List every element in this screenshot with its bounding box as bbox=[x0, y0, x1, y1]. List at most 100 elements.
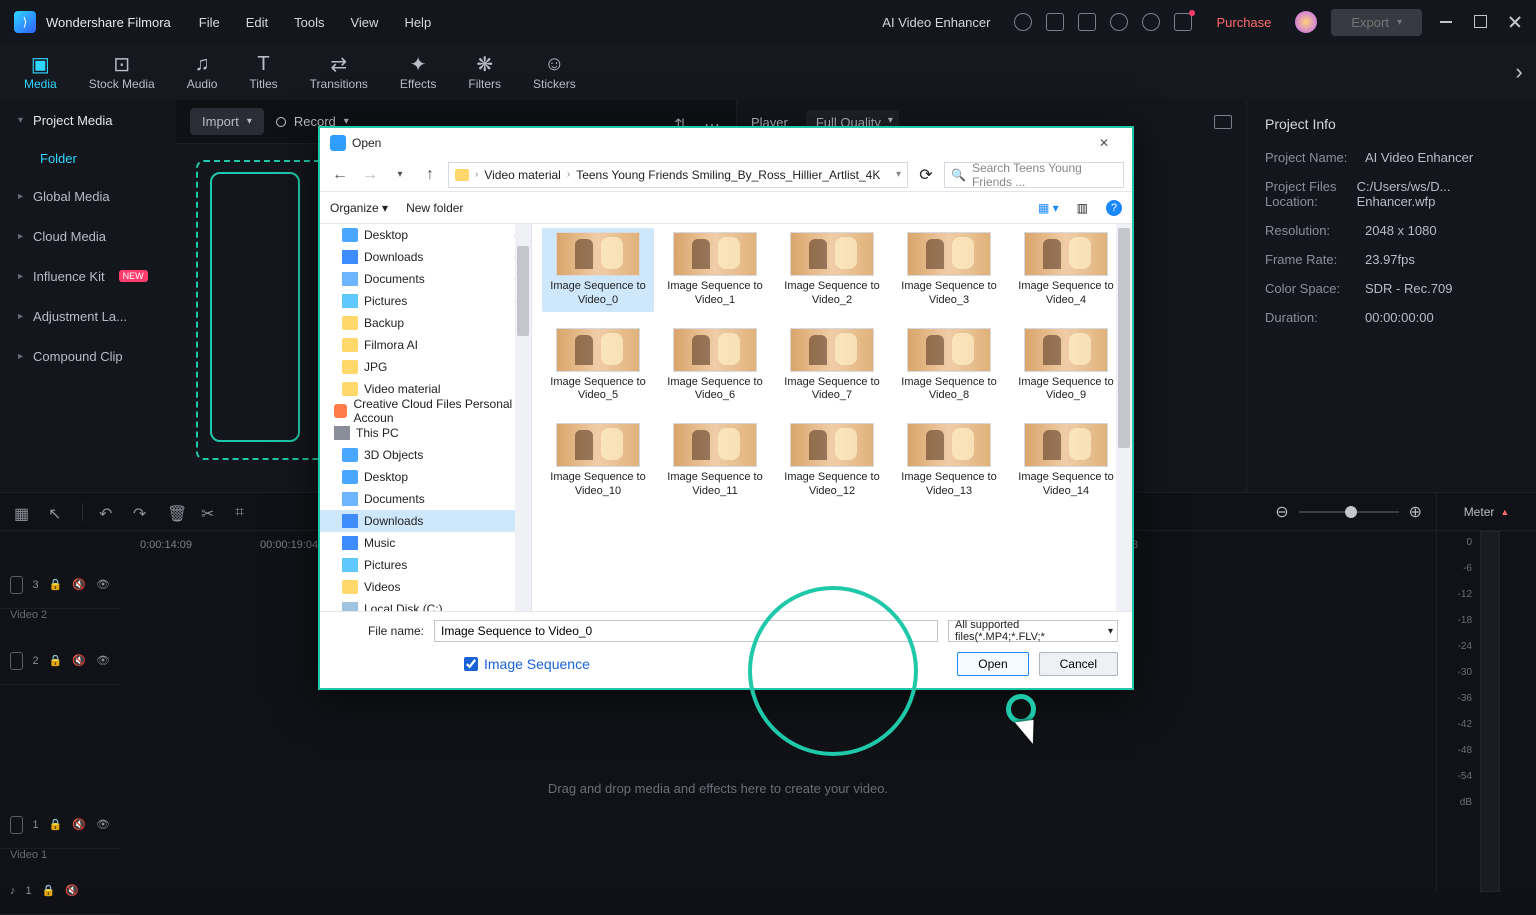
snapshot-icon[interactable] bbox=[1214, 115, 1232, 129]
sidebar-item-adjustment[interactable]: ▸Adjustment La... bbox=[0, 296, 176, 336]
track-head-2[interactable]: 2🔒🔇👁 bbox=[0, 637, 120, 685]
module-titles[interactable]: TTitles bbox=[249, 53, 277, 91]
file-item[interactable]: Image Sequence to Video_9 bbox=[1010, 324, 1122, 408]
record-icon[interactable] bbox=[1014, 13, 1032, 31]
help-icon[interactable] bbox=[1142, 13, 1160, 31]
tree-item[interactable]: Downloads bbox=[320, 510, 531, 532]
tree-item[interactable]: Documents bbox=[320, 488, 531, 510]
tree-item[interactable]: This PC bbox=[320, 422, 531, 444]
modules-next[interactable]: › bbox=[1502, 44, 1536, 100]
cloud-icon[interactable] bbox=[1110, 13, 1128, 31]
file-item[interactable]: Image Sequence to Video_3 bbox=[893, 228, 1005, 312]
tree-item[interactable]: Local Disk (C:) bbox=[320, 598, 531, 611]
file-item[interactable]: Image Sequence to Video_8 bbox=[893, 324, 1005, 408]
sidebar-item-compound[interactable]: ▸Compound Clip bbox=[0, 336, 176, 376]
zoom-control[interactable]: ⊖ ⊕ bbox=[1275, 502, 1422, 522]
lock-icon[interactable]: 🔒 bbox=[49, 818, 63, 831]
view-mode-button[interactable]: ▦ ▾ bbox=[1038, 201, 1059, 215]
mute-icon[interactable]: 🔇 bbox=[72, 818, 86, 831]
new-folder-button[interactable]: New folder bbox=[406, 201, 463, 215]
track-head-1[interactable]: 1🔒🔇👁 bbox=[0, 801, 120, 849]
tree-item[interactable]: Downloads⊘ bbox=[320, 246, 531, 268]
tree-item[interactable]: 3D Objects bbox=[320, 444, 531, 466]
file-item[interactable]: Image Sequence to Video_4 bbox=[1010, 228, 1122, 312]
menu-view[interactable]: View bbox=[350, 15, 378, 30]
lock-icon[interactable]: 🔒 bbox=[49, 654, 63, 667]
image-sequence-checkbox[interactable]: Image Sequence bbox=[464, 656, 590, 672]
organize-menu[interactable]: Organize ▾ bbox=[330, 201, 388, 215]
zoom-in-icon[interactable]: ⊕ bbox=[1409, 502, 1422, 522]
module-stock[interactable]: ⊡Stock Media bbox=[89, 53, 155, 91]
preview-pane-button[interactable]: ▥ bbox=[1077, 201, 1088, 215]
cut-icon[interactable]: ✂ bbox=[201, 504, 219, 520]
file-item[interactable]: Image Sequence to Video_5 bbox=[542, 324, 654, 408]
track-head-audio[interactable]: ♪1🔒🔇 bbox=[0, 867, 120, 915]
help-button[interactable]: ? bbox=[1106, 200, 1122, 216]
module-media[interactable]: ▣Media bbox=[24, 53, 57, 91]
file-item[interactable]: Image Sequence to Video_13 bbox=[893, 419, 1005, 503]
refresh-button[interactable]: ⟳ bbox=[914, 165, 938, 185]
nav-recent[interactable]: ▾ bbox=[388, 163, 412, 187]
module-transitions[interactable]: ⇄Transitions bbox=[310, 53, 368, 91]
sidebar-item-project-media[interactable]: ▾Project Media bbox=[0, 100, 176, 140]
tree-item[interactable]: JPG bbox=[320, 356, 531, 378]
file-item[interactable]: Image Sequence to Video_6 bbox=[659, 324, 771, 408]
purchase-button[interactable]: Purchase bbox=[1206, 11, 1281, 34]
file-item[interactable]: Image Sequence to Video_0 bbox=[542, 228, 654, 312]
module-effects[interactable]: ✦Effects bbox=[400, 53, 436, 91]
close-button[interactable] bbox=[1508, 15, 1522, 29]
sidebar-item-cloud-media[interactable]: ▸Cloud Media bbox=[0, 216, 176, 256]
menu-help[interactable]: Help bbox=[404, 15, 431, 30]
zoom-out-icon[interactable]: ⊖ bbox=[1275, 502, 1288, 522]
nav-back[interactable]: ← bbox=[328, 163, 352, 187]
file-item[interactable]: Image Sequence to Video_2 bbox=[776, 228, 888, 312]
tree-item[interactable]: Creative Cloud Files Personal Accoun bbox=[320, 400, 531, 422]
minimize-button[interactable] bbox=[1440, 15, 1454, 29]
crumb-0[interactable]: Video material bbox=[484, 168, 561, 182]
tree-scrollbar[interactable] bbox=[515, 224, 531, 611]
avatar[interactable] bbox=[1295, 11, 1317, 33]
file-item[interactable]: Image Sequence to Video_12 bbox=[776, 419, 888, 503]
open-button[interactable]: Open bbox=[957, 652, 1028, 676]
sidebar-item-influence-kit[interactable]: ▸Influence KitNEW bbox=[0, 256, 176, 296]
menu-file[interactable]: File bbox=[199, 15, 220, 30]
crop-icon[interactable]: ⌗ bbox=[235, 504, 253, 520]
apps-icon[interactable] bbox=[1174, 13, 1192, 31]
module-stickers[interactable]: ☺Stickers bbox=[533, 53, 576, 91]
file-item[interactable]: Image Sequence to Video_11 bbox=[659, 419, 771, 503]
breadcrumb[interactable]: › Video material › Teens Young Friends S… bbox=[448, 162, 908, 188]
lock-icon[interactable]: 🔒 bbox=[42, 884, 56, 897]
nav-forward[interactable]: → bbox=[358, 163, 382, 187]
meter-label[interactable]: Meter▲ bbox=[1437, 493, 1536, 531]
lock-icon[interactable]: 🔒 bbox=[49, 578, 63, 591]
tree-item[interactable]: Filmora AI bbox=[320, 334, 531, 356]
search-input[interactable]: 🔍Search Teens Young Friends ... bbox=[944, 162, 1124, 188]
sidebar-item-global-media[interactable]: ▸Global Media bbox=[0, 176, 176, 216]
mute-icon[interactable]: 🔇 bbox=[72, 654, 86, 667]
maximize-button[interactable] bbox=[1474, 15, 1488, 29]
eye-icon[interactable]: 👁 bbox=[96, 654, 110, 667]
tree-item[interactable]: Desktop bbox=[320, 466, 531, 488]
export-button[interactable]: Export▾ bbox=[1331, 9, 1422, 36]
mute-icon[interactable]: 🔇 bbox=[65, 884, 79, 897]
tree-item[interactable]: Pictures bbox=[320, 554, 531, 576]
import-button[interactable]: Import▾ bbox=[190, 108, 264, 135]
folder-tree[interactable]: Desktop⊘Downloads⊘Documents⊘Pictures⊘Bac… bbox=[320, 224, 532, 611]
tree-item[interactable]: Pictures⊘ bbox=[320, 290, 531, 312]
undo-icon[interactable]: ↶ bbox=[99, 504, 117, 520]
redo-icon[interactable]: ↷ bbox=[133, 504, 151, 520]
delete-icon[interactable]: 🗑 bbox=[167, 504, 185, 520]
dialog-close-button[interactable]: ✕ bbox=[1086, 132, 1122, 154]
filename-input[interactable] bbox=[434, 620, 938, 642]
eye-icon[interactable]: 👁 bbox=[96, 578, 110, 591]
eye-icon[interactable]: 👁 bbox=[96, 818, 110, 831]
tree-item[interactable]: Videos bbox=[320, 576, 531, 598]
filetype-select[interactable]: All supported files(*.MP4;*.FLV;* bbox=[948, 620, 1118, 642]
crumb-1[interactable]: Teens Young Friends Smiling_By_Ross_Hill… bbox=[576, 168, 880, 182]
tree-item[interactable]: Backup bbox=[320, 312, 531, 334]
file-item[interactable]: Image Sequence to Video_10 bbox=[542, 419, 654, 503]
tree-item[interactable]: Documents⊘ bbox=[320, 268, 531, 290]
tl-cursor-icon[interactable]: ↖ bbox=[48, 504, 66, 520]
screen-icon[interactable] bbox=[1046, 13, 1064, 31]
mute-icon[interactable]: 🔇 bbox=[72, 578, 86, 591]
